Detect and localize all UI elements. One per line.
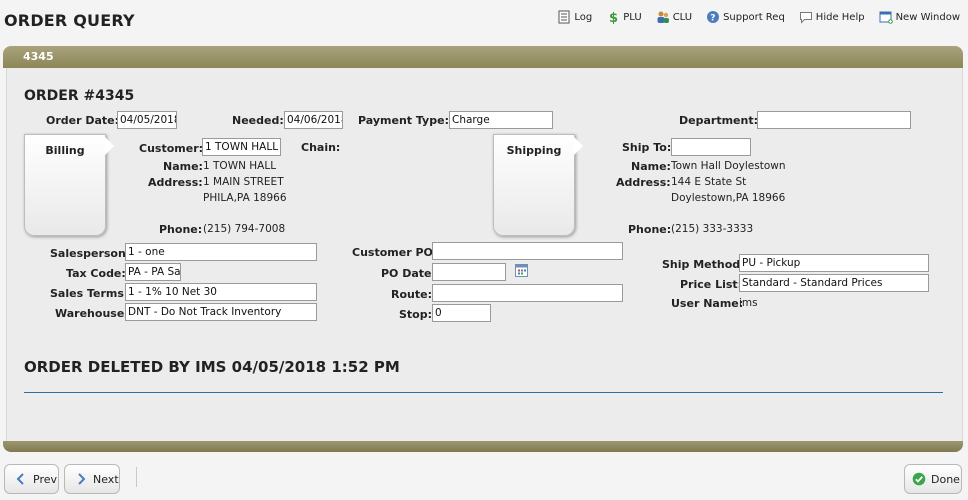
shipping-phone-value: (215) 333-3333 [671, 223, 754, 235]
payment-type-label: Payment Type: [358, 114, 449, 127]
shipping-tab[interactable]: Shipping [493, 134, 583, 236]
customer-label: Customer: [139, 142, 204, 155]
customer-po-label: Customer PO: [352, 246, 438, 259]
users-icon [656, 10, 670, 24]
checkmark-icon [912, 472, 926, 486]
billing-address-label: Address: [148, 176, 203, 189]
record-banner: 4345 [3, 46, 963, 68]
app-title: ORDER QUERY [4, 11, 135, 30]
billing-tab-label: Billing [45, 144, 85, 157]
salesperson-field[interactable]: 1 - one [125, 243, 317, 261]
shipping-address-line1: 144 E State St [671, 176, 747, 188]
needed-label: Needed: [232, 114, 284, 127]
hide-help-label: Hide Help [815, 11, 865, 23]
plu-label: PLU [623, 11, 642, 23]
support-label: Support Req [723, 11, 785, 23]
next-button[interactable]: Next [64, 464, 120, 494]
record-number: 4345 [23, 50, 54, 63]
support-request-button[interactable]: ? Support Req [706, 10, 785, 24]
stop-label: Stop: [399, 308, 433, 321]
log-button[interactable]: Log [557, 10, 592, 24]
sales-terms-label: Sales Terms: [50, 287, 129, 300]
log-icon [557, 10, 571, 24]
salesperson-label: Salesperson: [50, 247, 131, 260]
hide-help-button[interactable]: Hide Help [799, 10, 865, 24]
help-circle-icon: ? [706, 10, 720, 24]
ship-method-label: Ship Method: [662, 258, 745, 271]
tax-code-field[interactable]: PA - PA Sa [125, 263, 181, 281]
svg-text:?: ? [710, 14, 715, 24]
done-button[interactable]: Done [904, 464, 962, 494]
department-field[interactable] [757, 111, 911, 129]
new-window-icon [879, 10, 893, 24]
billing-phone-value: (215) 794-7008 [203, 223, 286, 235]
toolbar: Log $ PLU CLU ? Support Req Hide Help Ne… [543, 8, 960, 26]
shipping-address-label: Address: [616, 176, 671, 189]
billing-phone-label: Phone: [159, 223, 203, 236]
svg-text:$: $ [609, 11, 618, 24]
billing-name-value: 1 TOWN HALL [203, 160, 277, 172]
new-window-button[interactable]: New Window [879, 10, 960, 24]
calendar-icon[interactable] [515, 264, 528, 277]
log-label: Log [574, 11, 593, 23]
done-label: Done [931, 472, 960, 486]
prev-button[interactable]: Prev [4, 464, 59, 494]
shipping-phone-label: Phone: [628, 223, 672, 236]
po-date-label: PO Date: [381, 267, 436, 280]
chain-label: Chain: [301, 141, 341, 154]
chevron-right-icon [74, 472, 88, 486]
customer-field[interactable]: 1 TOWN HALL [202, 138, 281, 156]
needed-date-field[interactable]: 04/06/2018 [284, 111, 343, 129]
new-window-label: New Window [895, 11, 960, 23]
billing-address-line1: 1 MAIN STREET [203, 176, 284, 188]
user-name-label: User Name: [671, 297, 744, 310]
order-deleted-message: ORDER DELETED BY IMS 04/05/2018 1:52 PM [24, 358, 400, 376]
plu-button[interactable]: $ PLU [606, 10, 641, 24]
ship-to-label: Ship To: [622, 141, 672, 154]
shipping-address-line2: Doylestown,PA 18966 [671, 192, 786, 204]
route-label: Route: [391, 288, 432, 301]
prev-label: Prev [33, 472, 57, 486]
warehouse-label: Warehouse: [55, 307, 129, 320]
dollar-icon: $ [606, 10, 620, 24]
price-list-label: Price List: [680, 278, 743, 291]
shipping-name-label: Name: [631, 160, 671, 173]
billing-address-line2: PHILA,PA 18966 [203, 192, 287, 204]
po-date-field[interactable] [432, 263, 506, 281]
billing-tab[interactable]: Billing [24, 134, 114, 236]
order-date-label: Order Date: [46, 114, 120, 127]
ship-method-field[interactable]: PU - Pickup [739, 254, 929, 272]
divider-line [24, 392, 943, 393]
order-date-field[interactable]: 04/05/2018 [117, 111, 177, 129]
panel-footer-bar [3, 441, 963, 452]
stop-field[interactable]: 0 [432, 304, 491, 322]
tax-code-label: Tax Code: [66, 267, 126, 280]
shipping-name-value: Town Hall Doylestown [671, 160, 786, 172]
payment-type-field[interactable]: Charge [449, 111, 553, 129]
department-label: Department: [679, 114, 758, 127]
warehouse-field[interactable]: DNT - Do Not Track Inventory [125, 303, 317, 321]
route-field[interactable] [432, 284, 623, 302]
clu-button[interactable]: CLU [656, 10, 692, 24]
shipping-tab-label: Shipping [506, 144, 562, 157]
billing-name-label: Name: [163, 160, 203, 173]
clu-label: CLU [672, 11, 693, 23]
order-title: ORDER #4345 [24, 88, 135, 104]
ship-to-field[interactable] [671, 138, 751, 156]
chevron-left-icon [14, 472, 28, 486]
price-list-field[interactable]: Standard - Standard Prices [739, 274, 929, 292]
user-name-value: ims [739, 297, 758, 309]
nav-separator [136, 467, 137, 487]
next-label: Next [93, 472, 119, 486]
speech-bubble-icon [799, 10, 813, 24]
customer-po-field[interactable] [432, 242, 623, 260]
top-bar: ORDER QUERY Log $ PLU CLU ? Support Req [0, 0, 968, 46]
sales-terms-field[interactable]: 1 - 1% 10 Net 30 [125, 283, 317, 301]
